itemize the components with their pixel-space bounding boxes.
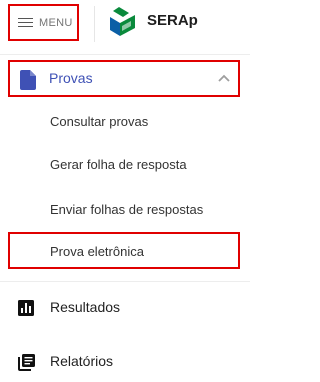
- sidebar-item-consultar-provas[interactable]: Consultar provas: [50, 114, 148, 129]
- sidebar-item-prova-eletronica[interactable]: Prova eletrônica: [8, 232, 240, 269]
- menu-label: MENU: [39, 16, 73, 29]
- sidebar-item-label: Resultados: [50, 299, 121, 315]
- sidebar-section-label: Provas: [49, 70, 93, 86]
- library-books-icon: [18, 354, 35, 371]
- sidebar-item-gerar-folha-de-resposta[interactable]: Gerar folha de resposta: [50, 157, 187, 172]
- brand-name: SERAp: [147, 12, 198, 29]
- chevron-up-icon[interactable]: [218, 74, 230, 82]
- menu-button[interactable]: MENU: [8, 4, 79, 41]
- sidebar-item-enviar-folhas-de-respostas[interactable]: Enviar folhas de respostas: [50, 202, 203, 217]
- document-icon: [20, 70, 36, 90]
- serap-logo-icon: [110, 7, 135, 36]
- hamburger-icon: [18, 17, 33, 28]
- sidebar-item-resultados[interactable]: Resultados: [0, 292, 250, 324]
- top-bar: MENU SERAp: [0, 0, 250, 48]
- sidebar-section-provas[interactable]: Provas: [8, 60, 240, 97]
- header-divider: [0, 54, 250, 55]
- bar-chart-icon: [18, 300, 34, 316]
- sidebar-item-label: Prova eletrônica: [50, 244, 144, 259]
- topbar-divider: [94, 6, 95, 42]
- sidebar-item-relatorios[interactable]: Relatórios: [0, 346, 250, 378]
- sidebar-item-label: Relatórios: [50, 353, 114, 369]
- section-divider: [0, 281, 250, 282]
